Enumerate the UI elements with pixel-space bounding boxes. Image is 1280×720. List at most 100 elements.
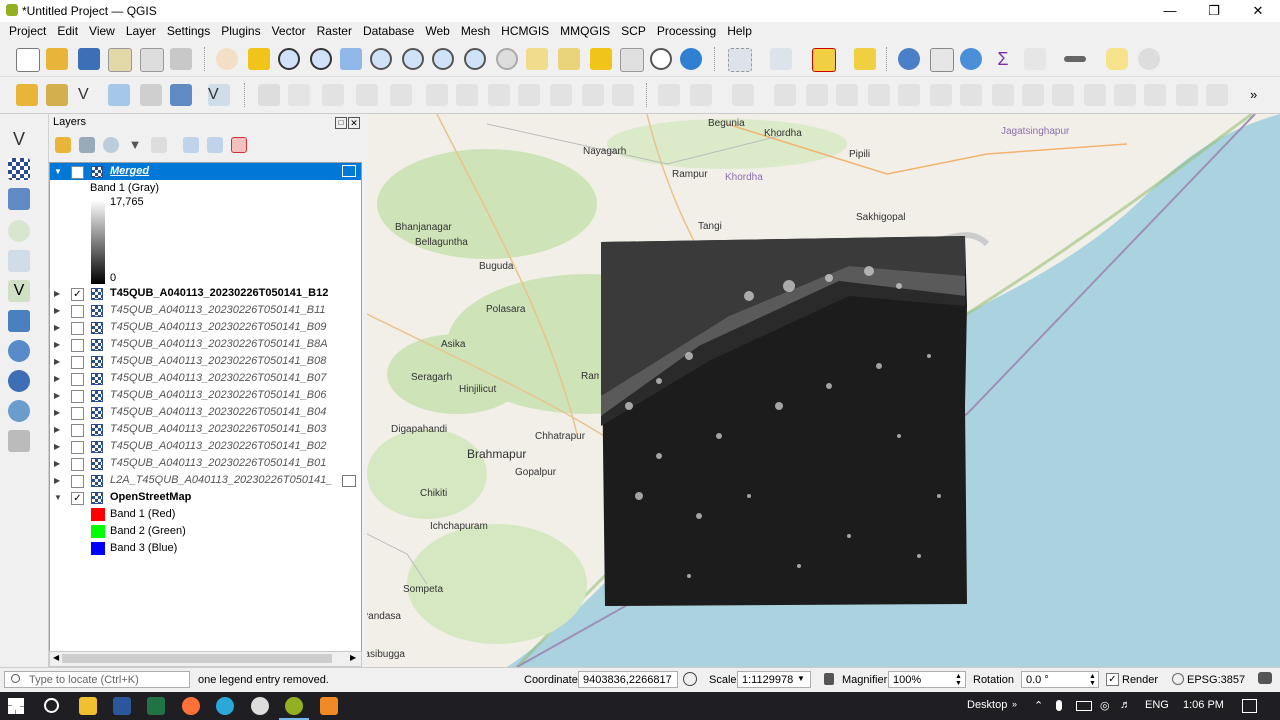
add-delimited-text-icon[interactable]: V — [78, 84, 100, 106]
zoom-native-icon[interactable] — [432, 48, 454, 70]
open-project-icon[interactable] — [46, 48, 68, 70]
pan-map-icon[interactable] — [216, 48, 238, 70]
word-icon[interactable] — [113, 697, 131, 715]
layer-checkbox[interactable] — [71, 424, 84, 437]
layer-indicator-icon[interactable] — [342, 165, 356, 177]
layer-checkbox[interactable] — [71, 322, 84, 335]
crs-label[interactable]: EPSG:3857 — [1187, 674, 1245, 686]
app-icon[interactable] — [320, 697, 338, 715]
map-canvas[interactable]: Begunia Khordha Jagatsinghapur Nayagarh … — [367, 114, 1280, 667]
add-arcgis-layer-icon[interactable] — [8, 400, 30, 422]
collapse-arrow-icon[interactable]: ▼ — [54, 489, 62, 506]
field-calculator-icon[interactable] — [1024, 48, 1046, 70]
filter-by-expression-icon[interactable] — [151, 137, 167, 153]
layer-checkbox[interactable] — [71, 390, 84, 403]
attribute-table-icon[interactable] — [930, 48, 954, 72]
zoom-to-selection-icon[interactable] — [370, 48, 392, 70]
add-spatialite-icon[interactable] — [108, 84, 130, 106]
menu-edit[interactable]: Edit — [52, 22, 83, 41]
qgis-taskbar-icon[interactable] — [285, 697, 303, 715]
new-geopackage-icon[interactable] — [8, 158, 30, 180]
chevron-down-icon[interactable]: ▼ — [797, 674, 805, 683]
menu-project[interactable]: Project — [4, 22, 51, 41]
layer-checkbox[interactable] — [71, 166, 84, 179]
zoom-full-icon[interactable] — [340, 48, 362, 70]
filter-legend-icon[interactable]: ▼ — [127, 137, 143, 153]
move-selection-icon[interactable] — [854, 48, 876, 70]
collapse-all-icon[interactable] — [207, 137, 223, 153]
show-bookmarks-icon[interactable] — [620, 48, 644, 72]
chevron-right-icon[interactable]: » — [1012, 699, 1017, 709]
horizontal-scrollbar[interactable]: ◀ ▶ — [49, 651, 362, 667]
expand-arrow-icon[interactable]: ▶ — [54, 319, 60, 336]
search-icon[interactable] — [44, 698, 59, 713]
stepper-icon[interactable]: ▲ ▼ — [955, 673, 962, 687]
refresh-icon[interactable] — [680, 48, 702, 70]
menu-settings[interactable]: Settings — [162, 22, 215, 41]
zoom-out-icon[interactable] — [310, 48, 332, 70]
zoom-in-icon[interactable] — [278, 48, 300, 70]
temporal-controller-icon[interactable] — [650, 48, 672, 70]
scroll-left-icon[interactable]: ◀ — [53, 653, 59, 662]
layer-item-openstreetmap[interactable]: ▼ ✓ OpenStreetMap — [50, 489, 361, 506]
menu-help[interactable]: Help — [722, 22, 757, 41]
edge-icon[interactable] — [216, 697, 234, 715]
layer-item[interactable]: ▶ T45QUB_A040113_20230226T050141_B09 — [50, 319, 361, 336]
menu-raster[interactable]: Raster — [312, 22, 357, 41]
expand-arrow-icon[interactable]: ▶ — [54, 285, 60, 302]
statistics-icon[interactable]: Σ — [992, 48, 1014, 70]
menu-view[interactable]: View — [84, 22, 120, 41]
toggle-extents-icon[interactable] — [683, 672, 697, 686]
toolbar-overflow-icon[interactable]: » — [1250, 87, 1257, 102]
new-raster-icon[interactable] — [8, 188, 30, 210]
layer-checkbox[interactable] — [71, 373, 84, 386]
layer-checkbox[interactable]: ✓ — [71, 288, 84, 301]
pan-to-selection-icon[interactable] — [248, 48, 270, 70]
layout-manager-icon[interactable] — [140, 48, 164, 72]
layer-item[interactable]: ▶ T45QUB_A040113_20230226T050141_B03 — [50, 421, 361, 438]
select-by-value-icon[interactable] — [770, 48, 792, 70]
expand-arrow-icon[interactable]: ▶ — [54, 370, 60, 387]
open-layer-styling-icon[interactable] — [55, 137, 71, 153]
render-checkbox[interactable]: ✓ — [1106, 673, 1119, 686]
layer-item[interactable]: ▶ T45QUB_A040113_20230226T050141_B01 — [50, 455, 361, 472]
measure-line-icon[interactable] — [1064, 56, 1086, 62]
expand-arrow-icon[interactable]: ▶ — [54, 302, 60, 319]
chevron-up-icon[interactable]: ⌃ — [1034, 699, 1043, 712]
microphone-icon[interactable] — [1056, 700, 1062, 711]
layer-checkbox[interactable] — [71, 475, 84, 488]
expand-arrow-icon[interactable]: ▶ — [54, 353, 60, 370]
restore-button[interactable]: ❐ — [1192, 0, 1236, 22]
layer-checkbox[interactable] — [71, 339, 84, 352]
menu-plugins[interactable]: Plugins — [216, 22, 265, 41]
coordinate-field[interactable]: 9403836,2266817 — [578, 671, 678, 688]
layer-item[interactable]: ▶ ✓ T45QUB_A040113_20230226T050141_B12 — [50, 285, 361, 302]
menu-mmqgis[interactable]: MMQGIS — [555, 22, 615, 41]
locator-settings-icon[interactable] — [1138, 48, 1160, 70]
windows-start-icon[interactable] — [8, 698, 24, 714]
stepper-icon[interactable]: ▲ ▼ — [1089, 673, 1096, 687]
data-source-manager-icon[interactable] — [16, 84, 38, 106]
layer-checkbox[interactable] — [71, 441, 84, 454]
zoom-last-icon[interactable] — [464, 48, 486, 70]
expand-all-icon[interactable] — [183, 137, 199, 153]
layer-item[interactable]: ▶ T45QUB_A040113_20230226T050141_B02 — [50, 438, 361, 455]
minimize-button[interactable]: — — [1148, 0, 1192, 22]
layer-item[interactable]: ▶ T45QUB_A040113_20230226T050141_B08 — [50, 353, 361, 370]
wifi-icon[interactable]: ◎ — [1100, 699, 1110, 712]
layer-item[interactable]: ▶ L2A_T45QUB_A040113_20230226T050141_ — [50, 472, 361, 489]
add-mesh-layer-icon[interactable]: V — [208, 84, 230, 106]
rotation-field[interactable]: 0.0 ° — [1021, 671, 1099, 688]
battery-icon[interactable] — [1076, 701, 1092, 711]
layer-checkbox[interactable] — [71, 356, 84, 369]
volume-icon[interactable]: ♬ — [1120, 699, 1131, 711]
new-shapefile-icon[interactable]: V — [8, 128, 30, 150]
new-3d-map-icon[interactable] — [558, 48, 580, 70]
expand-arrow-icon[interactable]: ▶ — [54, 387, 60, 404]
excel-icon[interactable] — [147, 697, 165, 715]
processing-toolbox-icon[interactable] — [960, 48, 982, 70]
add-wfs-layer-icon[interactable] — [8, 310, 30, 332]
new-temporary-layer-icon[interactable] — [8, 220, 30, 242]
float-panel-button[interactable]: □ — [335, 117, 347, 129]
map-tips-icon[interactable] — [1106, 48, 1128, 70]
